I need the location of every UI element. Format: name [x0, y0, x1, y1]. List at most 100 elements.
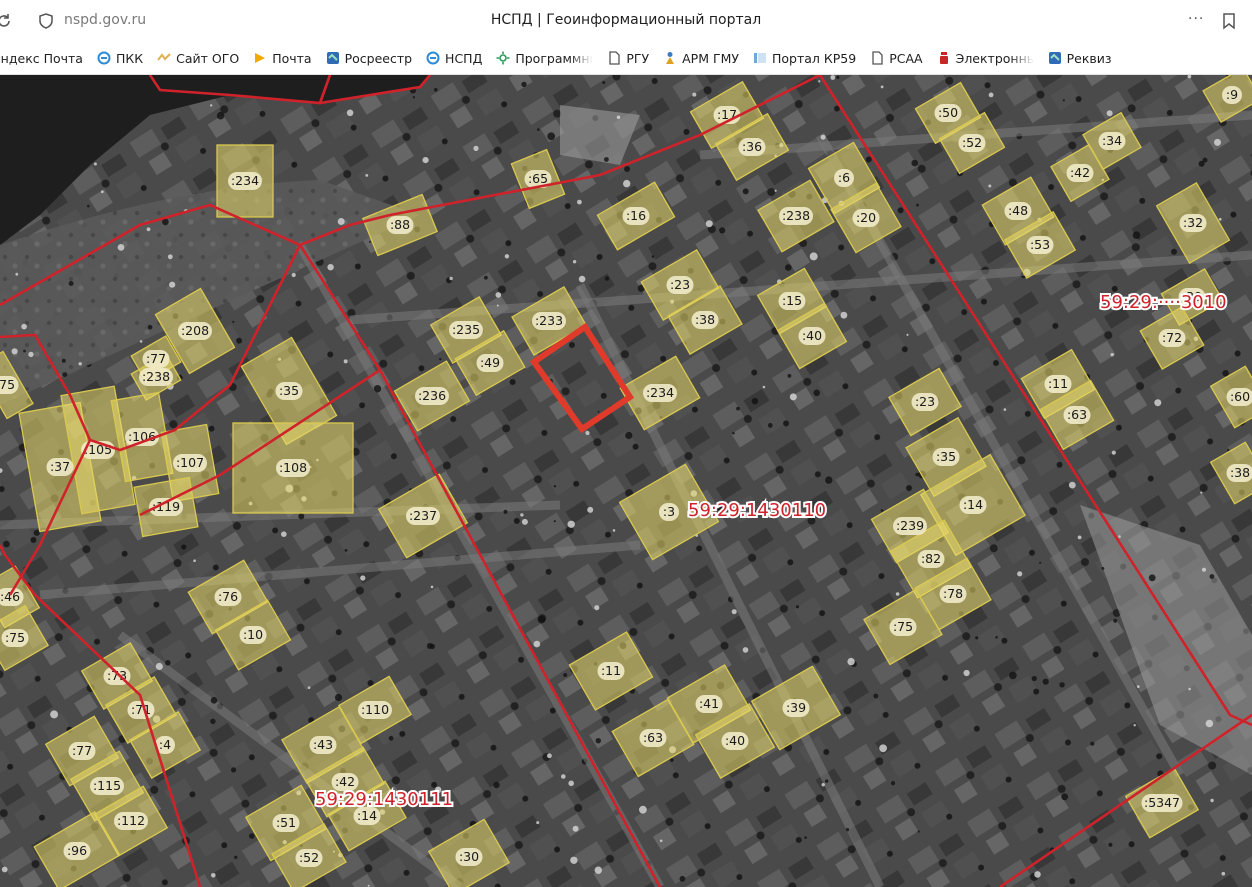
parcel-number: :42 — [1070, 165, 1090, 180]
parcel-number: :75 — [5, 630, 25, 645]
parcel-number: :208 — [181, 323, 209, 338]
bookmark-item[interactable]: Сайт ОГО — [157, 51, 239, 66]
rosreestr-icon — [1048, 51, 1062, 65]
parcel-number: :63 — [643, 730, 663, 745]
parcel-number: :20 — [856, 210, 876, 225]
url-text[interactable]: nspd.gov.ru — [64, 12, 146, 28]
nspd-icon — [426, 51, 440, 65]
parcel-number: :17 — [717, 107, 737, 122]
doc-icon — [937, 51, 951, 65]
more-icon[interactable]: ··· — [1188, 11, 1210, 29]
bookmark-item[interactable]: Электронный док — [937, 51, 1034, 66]
parcel-number: :60 — [1230, 389, 1250, 404]
parcel-number: :77 — [146, 351, 166, 366]
parcel-number: :63 — [1067, 407, 1087, 422]
parcel-number: :76 — [218, 589, 238, 604]
bookmark-item[interactable]: Портал КР59 — [753, 51, 856, 66]
bookmark-item[interactable]: НСПД — [426, 51, 482, 66]
parcel-number: :48 — [1008, 203, 1028, 218]
parcel-number: :78 — [943, 586, 963, 601]
bookmark-label: ПКК — [115, 50, 144, 66]
bookmark-label: Программный це — [515, 50, 593, 66]
parcel-number: :30 — [459, 849, 479, 864]
parcel-number: :37 — [50, 459, 70, 474]
bookmark-label: Почта — [272, 50, 312, 66]
bookmark-label: Электронный док — [955, 50, 1034, 66]
ogo-icon — [157, 51, 171, 65]
parcel-number: :40 — [802, 328, 822, 343]
parcel-number: :52 — [962, 135, 982, 150]
mail-icon — [253, 51, 267, 65]
bookmark-item[interactable]: ПКК — [97, 51, 143, 66]
reload-icon[interactable] — [0, 11, 14, 31]
map-view[interactable]: :17:36:50:52:9:34:42:32:65:88:16:6:238:2… — [0, 75, 1252, 887]
parcel-number: :110 — [361, 702, 389, 717]
parcel-number: :72 — [1162, 330, 1182, 345]
bookmark-item[interactable]: РСАА — [870, 50, 923, 66]
parcel-number: :38 — [695, 312, 715, 327]
nspd-icon — [97, 51, 111, 65]
bookmark-item[interactable]: Яндекс Почта — [0, 51, 83, 66]
parcel-number: :235 — [452, 322, 480, 337]
person-icon — [663, 51, 677, 65]
parcel-number: :16 — [626, 208, 646, 223]
parcel-number: :75 — [0, 377, 15, 392]
shield-icon[interactable] — [37, 12, 55, 30]
parcel-number: :236 — [418, 388, 446, 403]
parcel-number: :32 — [1183, 215, 1203, 230]
bookmark-item[interactable]: Программный це — [496, 51, 593, 66]
parcel-number: :65 — [528, 171, 548, 186]
parcel-number: :53 — [1030, 237, 1050, 252]
parcel-number: :46 — [0, 589, 20, 604]
parcel-number: :3 — [663, 504, 675, 519]
parcel-number: :4 — [159, 737, 171, 752]
parcel-number: :41 — [699, 696, 719, 711]
parcel-number: :115 — [93, 778, 121, 793]
parcel-number: :234 — [646, 385, 674, 400]
parcel-number: :36 — [742, 139, 762, 154]
parcel-number: :42 — [335, 774, 355, 789]
bookmark-label: РГУ — [626, 50, 650, 66]
bookmark-label: Яндекс Почта — [0, 50, 83, 66]
bookmark-label: АРМ ГМУ — [682, 50, 739, 66]
bookmark-label: РСАА — [889, 50, 923, 66]
parcel-number: :108 — [279, 460, 307, 475]
parcel-number: :75 — [893, 619, 913, 634]
parcel-number: :34 — [1102, 133, 1122, 148]
gear-icon — [496, 51, 510, 65]
parcel-number: :23 — [670, 277, 690, 292]
parcel-number: :5347 — [1144, 795, 1180, 810]
parcel-number: :38 — [1230, 465, 1250, 480]
parcel-number: :49 — [480, 355, 500, 370]
page-title-container: НСПД | Геоинформационный портал — [0, 12, 1252, 28]
parcel-number: :51 — [276, 815, 296, 830]
parcel-number: :14 — [963, 497, 983, 512]
parcel-number: :35 — [936, 449, 956, 464]
parcel-number: :77 — [72, 743, 92, 758]
parcel-number: :43 — [313, 737, 333, 752]
map-canvas[interactable]: :17:36:50:52:9:34:42:32:65:88:16:6:238:2… — [0, 75, 1252, 887]
parcel-number: :11 — [1048, 376, 1068, 391]
parcel-number: :238 — [782, 208, 810, 223]
cadastral-block-label: 59:29:····3010 — [1100, 292, 1227, 313]
parcel-number: :107 — [176, 455, 204, 470]
parcel-number: :233 — [535, 313, 563, 328]
bookmarks-list: Яндекс Почта ПКК Сайт ОГО Почта Росреестр НСП… — [0, 51, 1126, 66]
bookmark-item[interactable]: Росреестр — [326, 51, 412, 66]
parcel-number: :9 — [1226, 87, 1238, 102]
bookmark-item[interactable]: Почта — [253, 50, 312, 66]
bookmark-item[interactable]: АРМ ГМУ — [663, 51, 739, 66]
parcel-number: :82 — [921, 551, 941, 566]
bookmarks-bar: Яндекс Почта ПКК Сайт ОГО Почта Росреестр НСП… — [0, 42, 1252, 75]
page-title: НСПД | Геоинформационный портал — [490, 12, 762, 28]
bookmark-item[interactable]: Реквиз — [1048, 51, 1112, 66]
bookmark-label: Росреестр — [344, 50, 413, 66]
bookmark-item[interactable]: РГУ — [607, 51, 649, 66]
parcel-number: :50 — [938, 105, 958, 120]
parcel-number: :52 — [299, 850, 319, 865]
parcel-number: :239 — [896, 518, 924, 533]
parcel-number: :35 — [279, 383, 299, 398]
bookmark-icon[interactable] — [1221, 12, 1237, 30]
parcel-number: :238 — [142, 369, 170, 384]
parcel-number: :10 — [243, 627, 263, 642]
